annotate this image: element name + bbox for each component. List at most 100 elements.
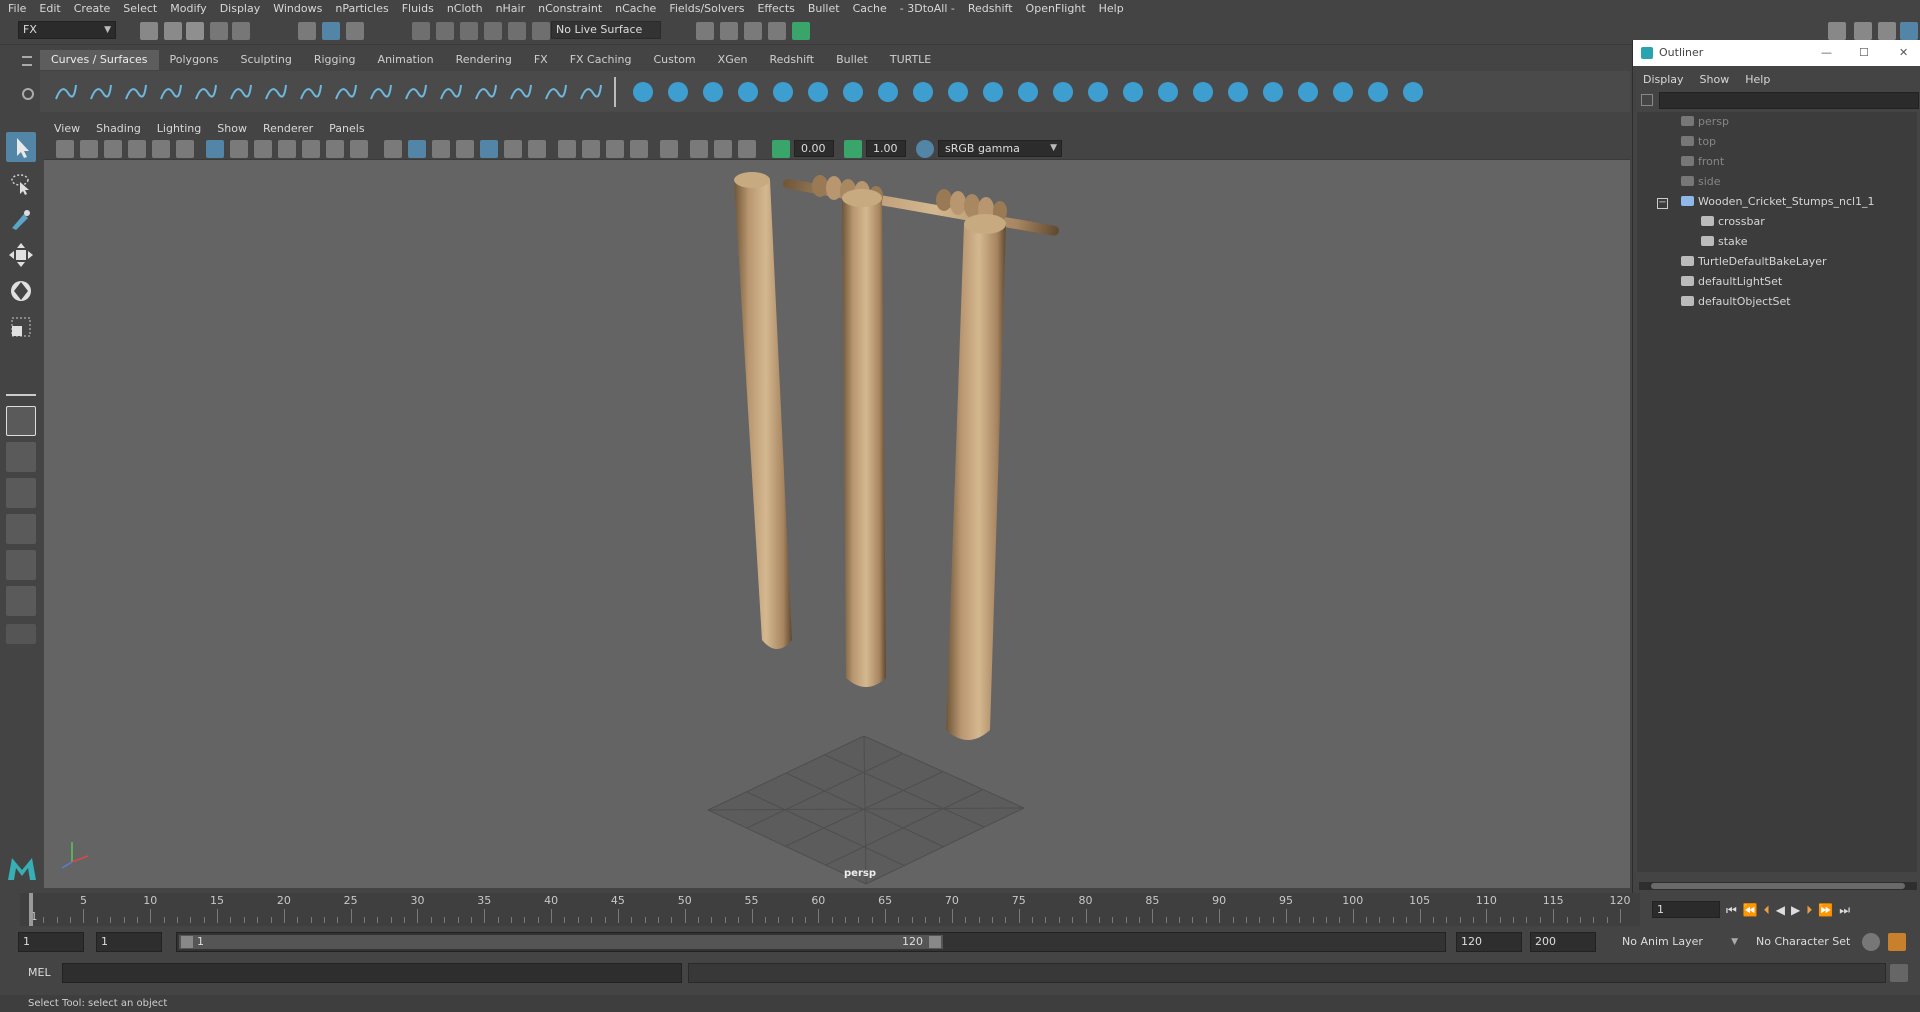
menu-modify[interactable]: Modify: [170, 2, 206, 15]
snap-curve-icon[interactable]: [436, 22, 454, 40]
birail-icon[interactable]: [980, 79, 1006, 105]
panel-menu-panels[interactable]: Panels: [329, 122, 364, 135]
arc-curve-icon[interactable]: [262, 79, 288, 105]
shade-wireframe-icon[interactable]: [432, 140, 450, 158]
move-tool-icon[interactable]: [6, 240, 36, 270]
workspace-icon[interactable]: [1828, 22, 1846, 40]
channel-box-toggle-icon[interactable]: [1900, 22, 1918, 40]
outliner-item[interactable]: defaultLightSet: [1681, 272, 1782, 292]
go-to-start-icon[interactable]: ⏮: [1726, 903, 1737, 918]
menu-fields-solvers[interactable]: Fields/Solvers: [669, 2, 744, 15]
pencil-curve-icon[interactable]: [227, 79, 253, 105]
nurbs-sphere-icon[interactable]: [630, 79, 656, 105]
hypershade-icon[interactable]: [768, 22, 786, 40]
playback-start-field[interactable]: 1: [96, 932, 162, 952]
color-management-icon[interactable]: [916, 140, 934, 158]
shelf-settings-icon[interactable]: [22, 88, 34, 100]
insert-knot-icon[interactable]: [542, 79, 568, 105]
menu-cache[interactable]: Cache: [853, 2, 887, 15]
shelf-tab-polygons[interactable]: Polygons: [158, 50, 230, 70]
attach-curve-icon[interactable]: [367, 79, 393, 105]
outliner-item[interactable]: TurtleDefaultBakeLayer: [1681, 252, 1827, 272]
shelf-tab-fx[interactable]: FX: [522, 50, 559, 70]
select-object-icon[interactable]: [322, 22, 340, 40]
range-start-grip-icon[interactable]: [181, 936, 193, 948]
camera-attributes-icon[interactable]: [80, 140, 98, 158]
align-surface-icon[interactable]: [1330, 79, 1356, 105]
gamma-field[interactable]: 1.00: [866, 140, 906, 157]
nurbs-cylinder-icon[interactable]: [700, 79, 726, 105]
select-component-icon[interactable]: [346, 22, 364, 40]
panel-menu-show[interactable]: Show: [217, 122, 247, 135]
range-slider[interactable]: 1 120: [176, 932, 1446, 952]
menu-ncloth[interactable]: nCloth: [447, 2, 483, 15]
scrollbar-thumb[interactable]: [1651, 883, 1905, 889]
end-time-field[interactable]: 200: [1530, 932, 1596, 952]
snap-live-icon[interactable]: [532, 22, 550, 40]
outliner-item[interactable]: top: [1681, 132, 1716, 152]
screen-space-ao-icon[interactable]: [558, 140, 576, 158]
shelf-tab-rendering[interactable]: Rendering: [444, 50, 523, 70]
extend-curve-icon[interactable]: [402, 79, 428, 105]
rebuild-curve-icon[interactable]: [472, 79, 498, 105]
menu-nhair[interactable]: nHair: [496, 2, 526, 15]
film-gate-icon[interactable]: [230, 140, 248, 158]
xray-active-icon[interactable]: [714, 140, 732, 158]
select-camera-icon[interactable]: [56, 140, 74, 158]
shelf-tab-custom[interactable]: Custom: [642, 50, 707, 70]
panel-menu-renderer[interactable]: Renderer: [263, 122, 313, 135]
view-transform-select[interactable]: sRGB gamma ▼: [938, 140, 1062, 157]
isolate-select-icon[interactable]: [660, 140, 678, 158]
range-slider-handle[interactable]: 1 120: [179, 935, 943, 949]
layout-more-icon[interactable]: [6, 624, 36, 644]
textured-icon[interactable]: [480, 140, 498, 158]
menu-set-selector[interactable]: FX ▼: [18, 21, 116, 39]
minimize-icon[interactable]: —: [1821, 40, 1832, 66]
shelf-tab-xgen[interactable]: XGen: [706, 50, 759, 70]
outliner-search-input[interactable]: [1659, 92, 1919, 109]
depth-of-field-icon[interactable]: [630, 140, 648, 158]
menu-windows[interactable]: Windows: [273, 2, 322, 15]
anti-aliasing-icon[interactable]: [606, 140, 624, 158]
menu-redshift[interactable]: Redshift: [968, 2, 1013, 15]
render-frame-icon[interactable]: [696, 22, 714, 40]
square-surface-icon[interactable]: [1050, 79, 1076, 105]
menu-ncache[interactable]: nCache: [615, 2, 656, 15]
use-all-lights-icon[interactable]: [504, 140, 522, 158]
two-d-pan-icon[interactable]: [152, 140, 170, 158]
menu-edit[interactable]: Edit: [39, 2, 60, 15]
xray-joints-icon[interactable]: [738, 140, 756, 158]
menu-fluids[interactable]: Fluids: [402, 2, 434, 15]
bevel-plus-icon[interactable]: [1120, 79, 1146, 105]
snap-grid-icon[interactable]: [412, 22, 430, 40]
outliner-persp-layout-icon[interactable]: [6, 550, 36, 580]
safe-title-icon[interactable]: [350, 140, 368, 158]
step-back-key-icon[interactable]: ⏴: [1764, 903, 1770, 918]
field-chart-icon[interactable]: [302, 140, 320, 158]
ipr-render-icon[interactable]: [720, 22, 738, 40]
menu-openflight[interactable]: OpenFlight: [1026, 2, 1086, 15]
fillet-surface-icon[interactable]: [1365, 79, 1391, 105]
render-settings-icon[interactable]: [744, 22, 762, 40]
outliner-item[interactable]: front: [1681, 152, 1724, 172]
shelf-menu-icon[interactable]: [22, 56, 32, 66]
render-view-icon[interactable]: [792, 22, 810, 40]
nurbs-torus-icon[interactable]: [805, 79, 831, 105]
select-hierarchy-icon[interactable]: [298, 22, 316, 40]
project-curve-icon[interactable]: [577, 79, 603, 105]
playhead[interactable]: [29, 893, 33, 926]
current-frame-field[interactable]: 1: [1652, 901, 1720, 918]
single-pane-layout-icon[interactable]: [6, 406, 36, 436]
paint-select-tool-icon[interactable]: [6, 204, 36, 234]
cut-curve-icon[interactable]: [297, 79, 323, 105]
safe-action-icon[interactable]: [326, 140, 344, 158]
auto-key-icon[interactable]: [1862, 933, 1880, 951]
redo-icon[interactable]: [232, 22, 250, 40]
shelf-tab-redshift[interactable]: Redshift: [758, 50, 826, 70]
select-tool-icon[interactable]: [6, 132, 36, 162]
offset-curve-icon[interactable]: [437, 79, 463, 105]
start-time-field[interactable]: 1: [18, 932, 84, 952]
outliner-item[interactable]: crossbar: [1701, 212, 1765, 232]
horizontal-scrollbar[interactable]: [1639, 882, 1917, 890]
stitch-icon[interactable]: [1225, 79, 1251, 105]
